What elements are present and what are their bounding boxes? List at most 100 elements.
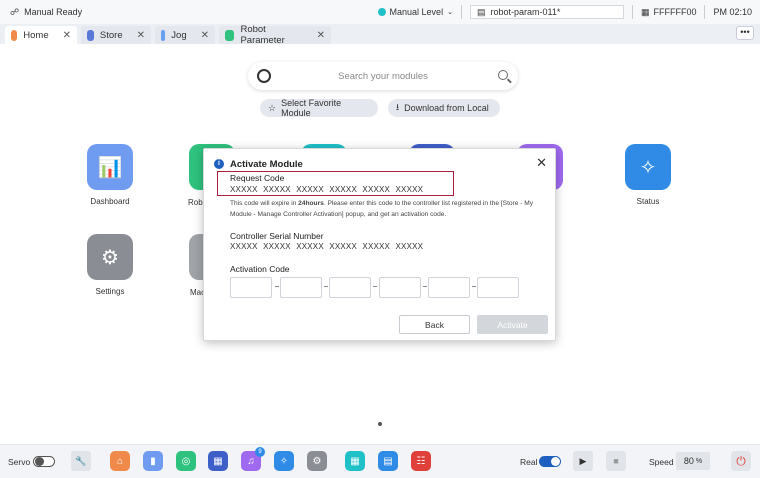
desc-text: This code will expire in — [230, 200, 299, 207]
dock-home[interactable]: ⌂ — [110, 451, 130, 471]
serial-value: XXXXX XXXXX XXXXX XXXXX XXXXX XXXXX — [230, 242, 424, 251]
activation-code-field-6[interactable] — [477, 277, 519, 298]
tab-home[interactable]: Home ✕ — [5, 26, 77, 44]
play-button[interactable]: ▶ — [573, 451, 593, 471]
real-toggle[interactable] — [539, 456, 561, 467]
search-bar[interactable]: Search your modules — [248, 62, 518, 90]
chevron-down-icon: ⌄ — [447, 9, 453, 16]
app-settings[interactable]: ⚙ Settings — [70, 234, 150, 296]
bell-icon: ♫ — [247, 455, 255, 467]
speed-value: 80 — [683, 456, 694, 466]
stop-icon: ■ — [613, 456, 619, 466]
dash — [275, 286, 279, 287]
speed-label: Speed — [649, 457, 674, 467]
parameter-icon — [225, 29, 235, 41]
app-status[interactable]: ✧ Status — [608, 144, 688, 206]
grid-icon: ▦ — [213, 455, 223, 467]
activation-code-field-1[interactable] — [230, 277, 272, 298]
activate-module-dialog: i Activate Module ✕ Request Code XXXXX X… — [203, 148, 556, 341]
back-button[interactable]: Back — [399, 315, 470, 334]
activation-code-field-4[interactable] — [379, 277, 421, 298]
app-label: Dashboard — [90, 197, 130, 206]
power-icon: ⏻ — [736, 453, 746, 468]
serial-label: Controller Serial Number — [230, 231, 324, 241]
color-code: FFFFFF00 — [653, 7, 697, 17]
request-code-value: XXXXX XXXXX XXXXX XXXXX XXXXX XXXXX — [230, 185, 424, 194]
divider — [460, 5, 462, 19]
dock-status[interactable]: ✧ — [274, 451, 294, 471]
play-icon: ▶ — [579, 455, 587, 466]
tab-store[interactable]: Store ✕ — [81, 26, 151, 44]
search-icon[interactable] — [498, 70, 508, 80]
level-dot-icon — [377, 8, 386, 16]
divider — [631, 5, 633, 19]
home-icon — [11, 29, 18, 41]
stop-button[interactable]: ■ — [606, 451, 626, 471]
notification-badge: 9 — [255, 447, 265, 457]
servo-toggle[interactable] — [33, 456, 55, 467]
toggle-knob — [551, 457, 560, 466]
activation-code-label: Activation Code — [230, 264, 290, 274]
real-label: Real — [520, 457, 538, 467]
close-icon[interactable]: ✕ — [317, 30, 325, 41]
close-icon[interactable]: ✕ — [137, 30, 145, 41]
download-local-button[interactable]: ⭳ Download from Local — [388, 99, 500, 117]
close-icon[interactable]: ✕ — [201, 30, 209, 41]
activation-code-field-2[interactable] — [280, 277, 322, 298]
app-label: Status — [636, 197, 660, 206]
activate-button[interactable]: Activate — [477, 315, 548, 334]
wrench-button[interactable]: 🔧 — [71, 451, 91, 471]
select-favorite-button[interactable]: ☆ Select Favorite Module — [260, 98, 378, 118]
home-icon: ⌂ — [116, 455, 124, 467]
level-selector[interactable]: Manual Level ⌄ — [377, 7, 453, 17]
dock-apps[interactable]: ▦ — [345, 451, 365, 471]
more-tabs-button[interactable]: ••• — [736, 26, 754, 40]
dashboard-icon: 📊 — [87, 144, 133, 190]
dock-modules[interactable]: ▦ — [208, 451, 228, 471]
tab-label: Robot Parameter — [240, 24, 285, 46]
tab-robot-parameter[interactable]: Robot Parameter ✕ — [219, 24, 331, 46]
tab-label: Store — [99, 29, 123, 41]
app-dashboard[interactable]: 📊 Dashboard — [70, 144, 150, 206]
search-input[interactable]: Search your modules — [248, 71, 518, 82]
dock-jog[interactable]: ◎ — [176, 451, 196, 471]
file-icon: ▤ — [476, 6, 486, 17]
bottom-bar: Servo 🔧 ⌂ ▮ ◎ ▦ ♫ 9 ✧ ⚙ ▦ ▤ ☷ Real ▶ ■ S… — [0, 444, 760, 478]
request-code-label: Request Code — [230, 173, 285, 183]
tab-label: Jog — [171, 29, 187, 41]
gear-icon: ⚙ — [312, 455, 322, 467]
dock-io[interactable]: ☷ — [411, 451, 431, 471]
dash — [373, 286, 377, 287]
tab-label: Home — [23, 29, 49, 41]
close-icon[interactable]: ✕ — [63, 30, 71, 41]
mode-status: Manual Ready — [24, 7, 83, 17]
tab-bar: Home ✕ Store ✕ Jog ✕ Robot Parameter ✕ •… — [0, 24, 760, 46]
activation-code-field-3[interactable] — [329, 277, 371, 298]
dock-settings[interactable]: ⚙ — [307, 451, 327, 471]
grid-icon: ▦ — [640, 6, 650, 17]
dock-dashboard[interactable]: ▮ — [143, 451, 163, 471]
robot-icon: ☍ — [10, 6, 20, 17]
tab-jog[interactable]: Jog ✕ — [155, 26, 215, 44]
desc-bold: 24hours — [298, 200, 324, 207]
dock-document[interactable]: ▤ — [378, 451, 398, 471]
dashboard-icon: ▮ — [150, 455, 156, 467]
power-button[interactable]: ⏻ — [731, 451, 751, 471]
param-file-box[interactable]: ▤ robot-param-011* — [469, 5, 624, 19]
status-bar: ☍ Manual Ready Manual Level ⌄ ▤ robot-pa… — [0, 0, 760, 24]
gear-icon: ⚙ — [87, 234, 133, 280]
store-icon — [87, 29, 94, 41]
activation-code-field-5[interactable] — [428, 277, 470, 298]
star-icon: ☆ — [268, 102, 277, 113]
page-indicator[interactable] — [378, 422, 382, 426]
speed-input[interactable]: 80 % — [676, 452, 710, 470]
close-icon[interactable]: ✕ — [536, 155, 547, 171]
dash — [423, 286, 427, 287]
status-icon: ✧ — [279, 455, 289, 467]
document-icon: ▤ — [383, 455, 393, 467]
param-file: robot-param-011* — [490, 7, 561, 17]
app-label: Rob — [188, 198, 203, 207]
dash — [472, 286, 476, 287]
divider — [704, 5, 706, 19]
dock-notifications[interactable]: ♫ 9 — [241, 447, 265, 471]
